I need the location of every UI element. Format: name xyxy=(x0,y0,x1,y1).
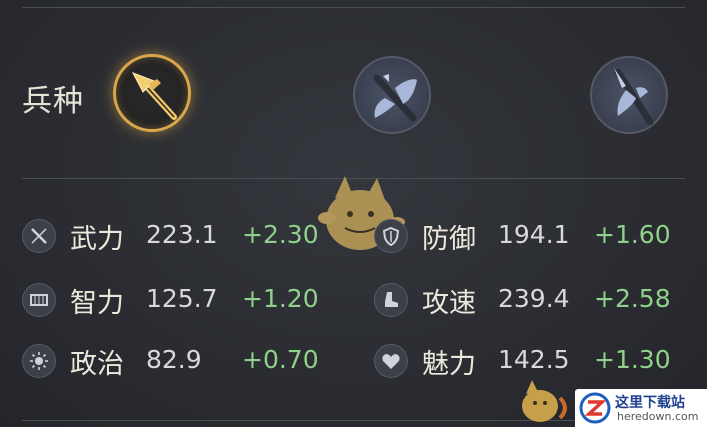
heart-icon xyxy=(374,344,408,378)
stat-name: 攻速 xyxy=(422,288,476,319)
mascot-small-icon xyxy=(522,380,567,422)
boot-icon xyxy=(374,283,408,317)
scroll-icon xyxy=(22,283,56,317)
halberd-icon xyxy=(614,68,654,126)
stat-bonus: +1.20 xyxy=(242,284,319,313)
stat-value: 194.1 xyxy=(498,220,570,249)
troop-option-spear[interactable] xyxy=(113,54,191,132)
stat-name: 智力 xyxy=(70,288,124,319)
axe-icon xyxy=(373,74,417,122)
watermark-title: 这里下载站 xyxy=(615,395,685,411)
stat-value: 239.4 xyxy=(498,284,570,313)
stat-name: 防御 xyxy=(422,224,476,255)
site-logo-icon xyxy=(579,392,611,424)
troop-type-label: 兵种 xyxy=(22,84,84,119)
stat-bonus: +1.30 xyxy=(594,345,671,374)
troop-option-halberd[interactable] xyxy=(590,56,668,134)
stat-value: 125.7 xyxy=(146,284,218,313)
stat-name: 武力 xyxy=(70,224,124,255)
stat-bonus: +1.60 xyxy=(594,220,671,249)
stat-name: 政治 xyxy=(70,349,124,380)
stat-value: 142.5 xyxy=(498,345,570,374)
stat-bonus: +2.30 xyxy=(242,220,319,249)
troop-option-axe[interactable] xyxy=(353,56,431,134)
stat-value: 223.1 xyxy=(146,220,218,249)
stat-name: 魅力 xyxy=(422,349,476,380)
spear-icon xyxy=(131,72,177,120)
sun-icon xyxy=(22,344,56,378)
watermark-url: heredown.com xyxy=(617,410,699,423)
stat-value: 82.9 xyxy=(146,345,202,374)
shield-icon xyxy=(374,219,408,253)
site-watermark: 这里下载站 heredown.com xyxy=(575,389,707,427)
stat-bonus: +2.58 xyxy=(594,284,671,313)
sword-icon xyxy=(22,219,56,253)
stat-bonus: +0.70 xyxy=(242,345,319,374)
top-divider xyxy=(22,7,685,8)
